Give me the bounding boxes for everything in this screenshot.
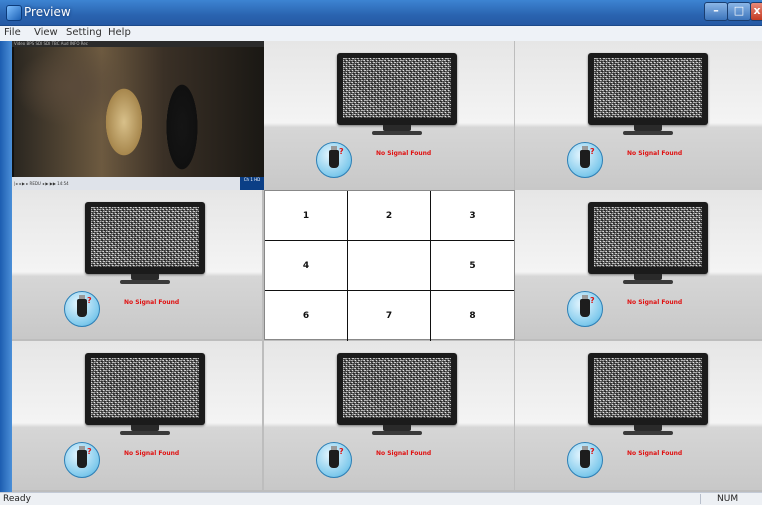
static-noise — [343, 58, 451, 118]
num-lock-indicator: NUM — [717, 494, 739, 504]
static-noise — [343, 358, 451, 418]
monitor-icon — [337, 353, 457, 425]
grid-cell-2[interactable]: 2 — [348, 191, 431, 241]
tile-mid-right[interactable]: ? No Signal Found — [515, 190, 762, 339]
monitor-icon — [588, 53, 708, 125]
monitor-base — [623, 431, 673, 435]
tile-top-middle[interactable]: ? No Signal Found — [264, 41, 514, 190]
menu-bar: File View Setting Help — [0, 26, 762, 42]
video-channel-indicator: Ch 1 HD — [240, 177, 264, 190]
grid-cell-7[interactable]: 7 — [348, 291, 431, 341]
no-signal-label: No Signal Found — [627, 299, 683, 306]
minimize-button[interactable]: – — [704, 2, 728, 21]
tile-top-right[interactable]: ? No Signal Found — [515, 41, 762, 190]
channel-grid: 1 2 3 4 5 6 7 8 — [264, 190, 515, 341]
static-noise — [594, 58, 702, 118]
hdmi-plug-icon: ? — [316, 442, 352, 478]
tile-bottom-middle[interactable]: ? No Signal Found — [264, 341, 514, 490]
monitor-icon — [85, 353, 205, 425]
preview-area: Video BPS SDI SDI TBC Aud INFO Rec |◂ ◂ … — [12, 41, 762, 492]
video-controls-text[interactable]: |◂ ◂ ▶ ▸ REDU ◂ ▶ ▶▶ 14:54 — [14, 181, 69, 186]
no-signal-label: No Signal Found — [376, 150, 432, 157]
grid-cell-1[interactable]: 1 — [265, 191, 348, 241]
video-preview[interactable]: Video BPS SDI SDI TBC Aud INFO Rec |◂ ◂ … — [12, 41, 266, 190]
no-signal-label: No Signal Found — [627, 450, 683, 457]
hdmi-plug-icon: ? — [316, 142, 352, 178]
monitor-base — [372, 431, 422, 435]
title-bar: Preview – □ x — [0, 0, 762, 26]
close-button[interactable]: x — [750, 2, 762, 21]
status-separator — [700, 494, 701, 504]
maximize-button[interactable]: □ — [727, 2, 751, 21]
static-noise — [91, 358, 199, 418]
monitor-base — [623, 280, 673, 284]
hdmi-plug-icon: ? — [567, 442, 603, 478]
menu-help[interactable]: Help — [108, 27, 131, 38]
app-icon — [6, 5, 22, 21]
menu-setting[interactable]: Setting — [66, 27, 102, 38]
grid-cell-6[interactable]: 6 — [265, 291, 348, 341]
grid-cell-center[interactable] — [348, 241, 431, 291]
desktop-edge — [0, 41, 12, 492]
menu-view[interactable]: View — [34, 27, 58, 38]
no-signal-label: No Signal Found — [627, 150, 683, 157]
monitor-icon — [337, 53, 457, 125]
window-title: Preview — [24, 5, 71, 19]
grid-cell-5[interactable]: 5 — [431, 241, 514, 291]
monitor-icon — [588, 202, 708, 274]
hdmi-plug-icon: ? — [64, 291, 100, 327]
status-text: Ready — [3, 494, 31, 504]
status-bar: Ready NUM — [0, 492, 762, 505]
monitor-icon — [85, 202, 205, 274]
no-signal-label: No Signal Found — [124, 450, 180, 457]
static-noise — [91, 207, 199, 267]
tile-bottom-left[interactable]: ? No Signal Found — [12, 341, 262, 490]
monitor-base — [623, 131, 673, 135]
no-signal-label: No Signal Found — [376, 450, 432, 457]
hdmi-plug-icon: ? — [64, 442, 100, 478]
grid-cell-4[interactable]: 4 — [265, 241, 348, 291]
tile-mid-left[interactable]: ? No Signal Found — [12, 190, 262, 339]
monitor-base — [120, 431, 170, 435]
menu-file[interactable]: File — [4, 27, 21, 38]
no-signal-label: No Signal Found — [124, 299, 180, 306]
static-noise — [594, 358, 702, 418]
grid-cell-3[interactable]: 3 — [431, 191, 514, 241]
grid-cell-8[interactable]: 8 — [431, 291, 514, 341]
video-controls[interactable]: |◂ ◂ ▶ ▸ REDU ◂ ▶ ▶▶ 14:54 Ch 1 HD — [12, 177, 264, 190]
hdmi-plug-icon: ? — [567, 142, 603, 178]
hdmi-plug-icon: ? — [567, 291, 603, 327]
monitor-icon — [588, 353, 708, 425]
monitor-base — [372, 131, 422, 135]
static-noise — [594, 207, 702, 267]
monitor-base — [120, 280, 170, 284]
video-frame — [14, 47, 264, 177]
tile-bottom-right[interactable]: ? No Signal Found — [515, 341, 762, 490]
